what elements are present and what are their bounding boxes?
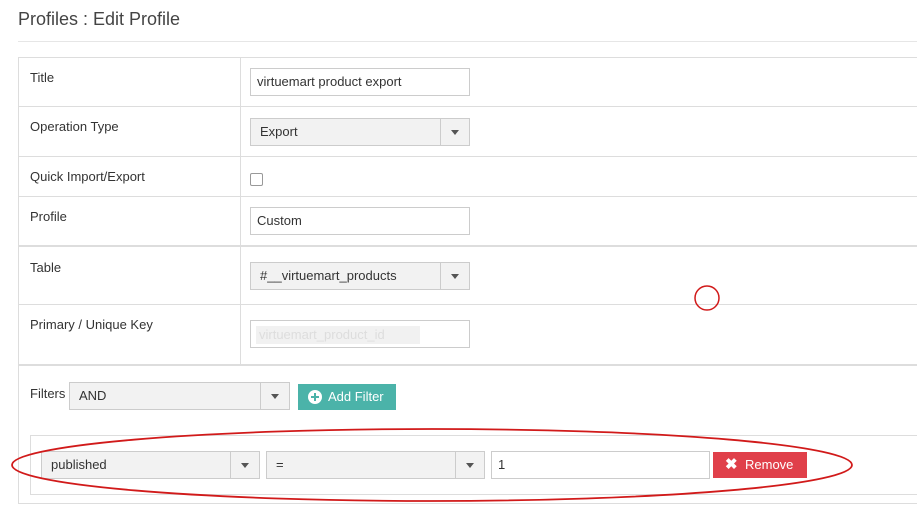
annotation-overlay	[11, 285, 853, 502]
annotation-circle	[694, 285, 720, 311]
annotation-ellipse	[11, 428, 853, 502]
